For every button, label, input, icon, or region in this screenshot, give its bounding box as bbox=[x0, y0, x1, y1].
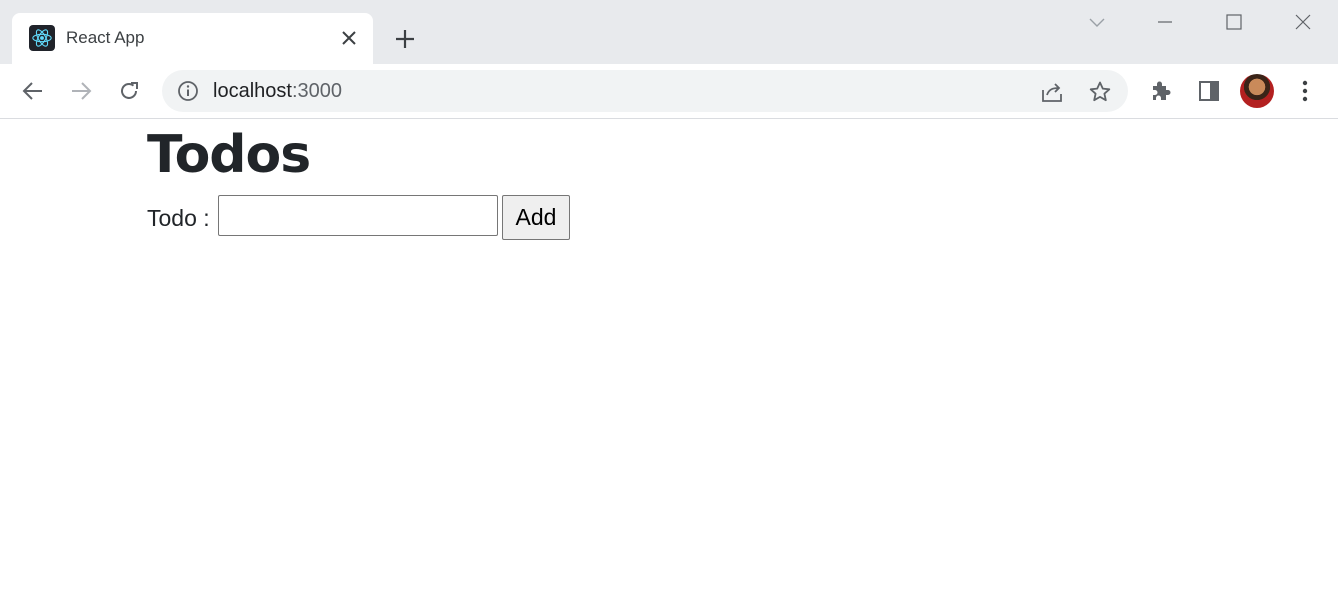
side-panel-icon[interactable] bbox=[1193, 75, 1225, 107]
todo-input[interactable] bbox=[218, 195, 498, 236]
browser-window: React App localhost:3000 Todos Todo: Ad… bbox=[0, 0, 1338, 601]
share-icon[interactable] bbox=[1039, 79, 1065, 105]
info-icon[interactable] bbox=[177, 80, 199, 102]
url-port: :3000 bbox=[291, 80, 342, 102]
tab-title: React App bbox=[66, 28, 145, 47]
arrow-right-icon[interactable] bbox=[65, 75, 97, 107]
url-host: localhost bbox=[213, 80, 292, 102]
page-title: Todos bbox=[147, 125, 311, 185]
kebab-menu-icon[interactable] bbox=[1289, 75, 1321, 107]
star-icon[interactable] bbox=[1087, 79, 1113, 105]
minimize-icon[interactable] bbox=[1150, 8, 1180, 36]
todo-label: Todo : bbox=[147, 205, 210, 231]
maximize-icon[interactable] bbox=[1219, 8, 1249, 36]
puzzle-icon[interactable] bbox=[1145, 75, 1177, 107]
address-bar[interactable]: localhost:3000 bbox=[162, 70, 1128, 112]
close-icon[interactable] bbox=[339, 28, 359, 48]
plus-icon[interactable] bbox=[390, 24, 420, 54]
react-atom-icon bbox=[29, 25, 55, 51]
tab-strip: React App bbox=[0, 0, 1338, 64]
add-button[interactable]: Add bbox=[502, 195, 570, 240]
url-text: localhost:3000 bbox=[213, 80, 342, 103]
tab-react-app[interactable]: React App bbox=[12, 13, 373, 64]
browser-toolbar: localhost:3000 bbox=[0, 64, 1338, 119]
arrow-left-icon[interactable] bbox=[17, 75, 49, 107]
page-content: Todos Todo : Add bbox=[0, 119, 1338, 601]
profile-avatar[interactable] bbox=[1240, 74, 1274, 108]
window-close-icon[interactable] bbox=[1288, 8, 1318, 36]
chevron-down-icon[interactable] bbox=[1082, 8, 1112, 36]
reload-icon[interactable] bbox=[113, 75, 145, 107]
